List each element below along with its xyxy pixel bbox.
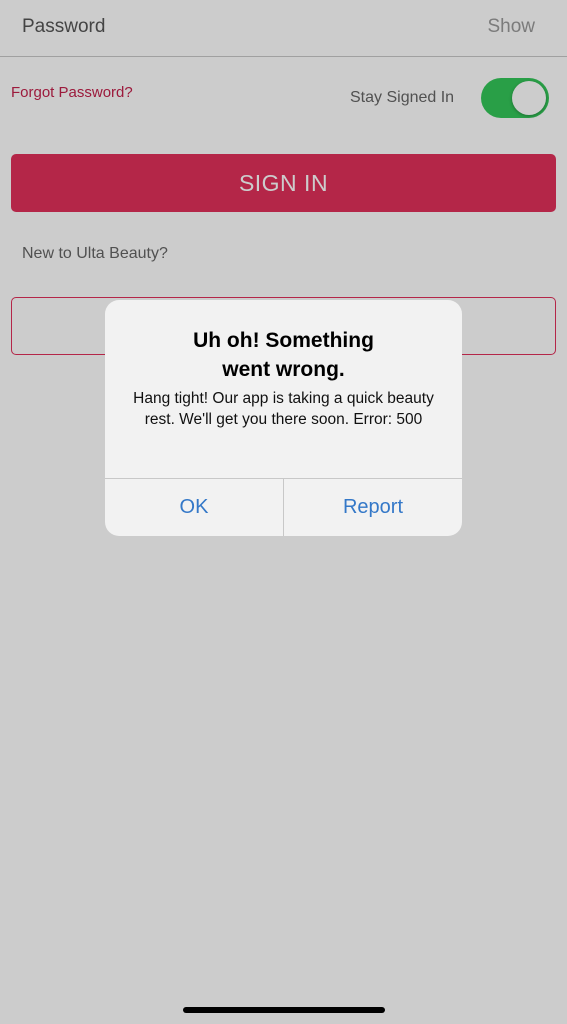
report-button[interactable]: Report (284, 479, 462, 536)
home-indicator[interactable] (183, 1007, 385, 1013)
error-alert-dialog: Uh oh! Something went wrong. Hang tight!… (105, 300, 462, 536)
alert-message: Hang tight! Our app is taking a quick be… (133, 390, 434, 428)
ok-button[interactable]: OK (105, 479, 283, 536)
alert-title: Uh oh! Something went wrong. (193, 329, 374, 381)
